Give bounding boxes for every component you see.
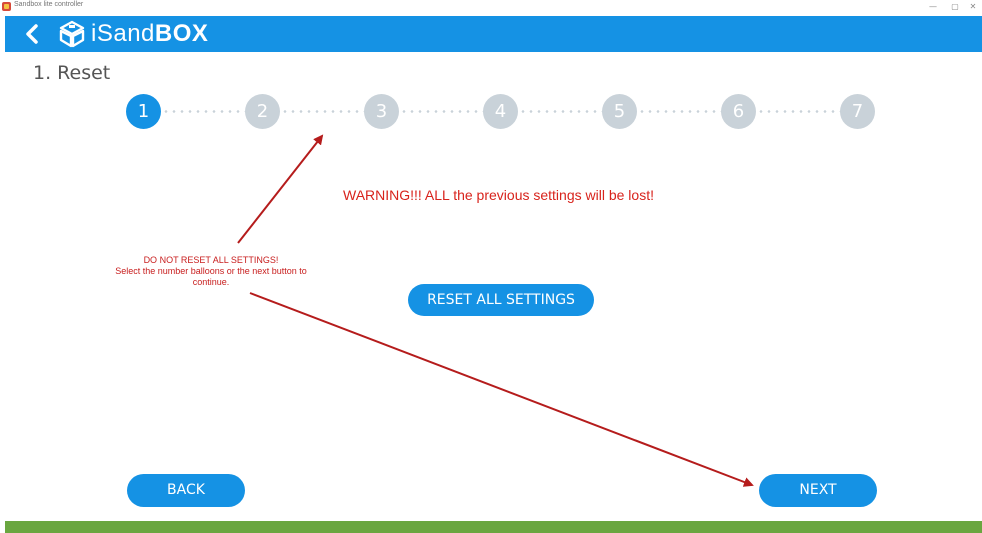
close-button[interactable]: ✕ <box>962 0 982 14</box>
step-balloon-3[interactable]: 3 <box>364 94 399 129</box>
annotation-line: continue. <box>192 277 230 287</box>
step-connector <box>281 110 365 113</box>
annotation-line: Select the number balloons or the next b… <box>115 266 307 276</box>
step-indicator: 1 2 3 4 5 6 7 <box>126 94 876 130</box>
step-connector <box>519 110 603 113</box>
step-balloon-7[interactable]: 7 <box>840 94 875 129</box>
step-balloon-4[interactable]: 4 <box>483 94 518 129</box>
step-balloon-2[interactable]: 2 <box>245 94 280 129</box>
chevron-left-icon[interactable] <box>19 20 45 48</box>
page-title: 1. Reset <box>33 62 111 84</box>
app-header: iSandBOX <box>5 16 982 52</box>
window-titlebar: Sandbox lite controller — ▢ ✕ <box>0 0 982 14</box>
sandbox-cube-icon <box>59 20 85 48</box>
app-icon <box>2 2 11 11</box>
warning-message: WARNING!!! ALL the previous settings wil… <box>343 187 654 203</box>
step-connector <box>162 110 246 113</box>
step-connector <box>400 110 484 113</box>
window-title: Sandbox lite controller <box>14 1 84 8</box>
step-balloon-5[interactable]: 5 <box>602 94 637 129</box>
step-connector <box>638 110 722 113</box>
step-balloon-1[interactable]: 1 <box>126 94 161 129</box>
step-balloon-6[interactable]: 6 <box>721 94 756 129</box>
arrow-to-next-button <box>249 292 754 487</box>
minimize-button[interactable]: — <box>922 0 944 14</box>
footer-bar <box>5 521 982 533</box>
step-connector <box>757 110 841 113</box>
app-logo-text: iSandBOX <box>91 20 209 47</box>
next-button[interactable]: NEXT <box>759 474 877 507</box>
reset-all-settings-button[interactable]: RESET ALL SETTINGS <box>408 284 594 316</box>
annotation-note: DO NOT RESET ALL SETTINGS! Select the nu… <box>100 255 322 288</box>
back-button[interactable]: BACK <box>127 474 245 507</box>
annotation-line: DO NOT RESET ALL SETTINGS! <box>143 255 279 265</box>
arrow-to-step-balloons <box>237 134 324 244</box>
